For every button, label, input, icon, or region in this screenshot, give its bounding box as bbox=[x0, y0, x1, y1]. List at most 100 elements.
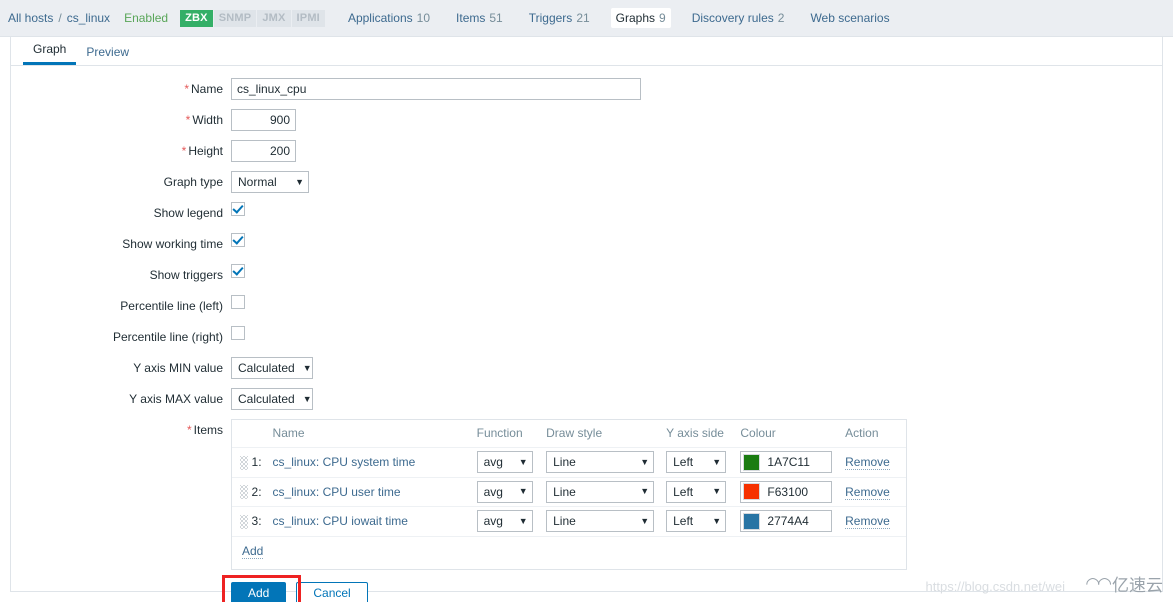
required-marker-height: * bbox=[181, 144, 187, 158]
show-working-time-checkbox[interactable] bbox=[231, 233, 245, 247]
chevron-down-icon: ▼ bbox=[640, 486, 650, 497]
yisuyun-watermark-text: 亿速云 bbox=[1112, 576, 1163, 595]
row-2-colour-cell: F63100 bbox=[734, 476, 840, 507]
items-table-body: 1: cs_linux: CPU system time avg ▼ Line … bbox=[232, 447, 906, 569]
add-button[interactable]: Add bbox=[231, 581, 287, 602]
row-3-y-axis-side-value: Left bbox=[673, 514, 694, 529]
y-axis-min-select[interactable]: Calculated ▼ bbox=[231, 357, 313, 379]
add-item-link[interactable]: Add bbox=[242, 544, 264, 559]
row-1-function-select[interactable]: avg ▼ bbox=[476, 451, 533, 474]
row-2-y-axis-side-value: Left bbox=[673, 484, 694, 499]
graph-form: *Name *Width *Height Gr bbox=[11, 66, 1162, 602]
label-width-text: Width bbox=[192, 113, 223, 127]
field-row-y-axis-max: Y axis MAX value Calculated ▼ bbox=[11, 388, 1162, 410]
row-2-remove-link[interactable]: Remove bbox=[845, 484, 890, 500]
field-row-percentile-left: Percentile line (left) bbox=[11, 295, 1162, 317]
control-y-axis-min: Calculated ▼ bbox=[231, 357, 313, 379]
row-1-y-axis-side-cell: Left ▼ bbox=[660, 447, 735, 477]
host-nav-tabs: Applications 10 Items 51 Triggers 21 Graphs… bbox=[343, 8, 911, 28]
percentile-right-checkbox[interactable] bbox=[231, 326, 245, 340]
label-percentile-left: Percentile line (left) bbox=[120, 299, 223, 313]
drag-handle-icon[interactable] bbox=[240, 514, 248, 529]
row-3-draw-style-select[interactable]: Line ▼ bbox=[546, 510, 655, 533]
row-1-item-link[interactable]: cs_linux: CPU system time bbox=[273, 455, 416, 469]
nav-discovery-rules-label: Discovery rules bbox=[691, 11, 774, 25]
field-row-y-axis-min: Y axis MIN value Calculated ▼ bbox=[11, 357, 1162, 379]
row-1-draw-style-select[interactable]: Line ▼ bbox=[546, 451, 655, 474]
nav-triggers-count: 21 bbox=[576, 11, 590, 25]
field-row-height: * Height bbox=[11, 140, 1162, 162]
drag-handle-icon[interactable] bbox=[240, 485, 248, 500]
row-3-colour-swatch bbox=[743, 512, 761, 530]
row-1-colour-cell: 1A7C11 bbox=[734, 447, 840, 477]
row-1-y-axis-side-select[interactable]: Left ▼ bbox=[666, 451, 727, 474]
height-input[interactable] bbox=[231, 140, 296, 162]
row-1-colour-picker[interactable]: 1A7C11 bbox=[740, 451, 833, 473]
chevron-down-icon: ▼ bbox=[712, 515, 722, 526]
row-3-item-link[interactable]: cs_linux: CPU iowait time bbox=[273, 514, 408, 528]
label-name-text: Name bbox=[190, 82, 223, 96]
breadcrumb-all-hosts[interactable]: All hosts bbox=[8, 11, 53, 25]
col-header-y-axis-side: Y axis side bbox=[666, 426, 724, 440]
breadcrumb-host-cs-linux[interactable]: cs_linux bbox=[67, 11, 110, 25]
items-header-row: Name Function Draw style Y axis side Col… bbox=[232, 420, 906, 448]
row-1-remove-link[interactable]: Remove bbox=[845, 455, 890, 471]
row-3-remove-link[interactable]: Remove bbox=[845, 514, 890, 530]
name-input[interactable] bbox=[231, 78, 641, 100]
row-3-function-cell: avg ▼ bbox=[470, 506, 541, 536]
label-height: * Height bbox=[11, 140, 231, 162]
host-status-badge[interactable]: Enabled bbox=[124, 11, 168, 25]
row-3-y-axis-side-select[interactable]: Left ▼ bbox=[666, 510, 727, 533]
nav-discovery-rules[interactable]: Discovery rules 2 bbox=[687, 8, 790, 28]
nav-triggers[interactable]: Triggers 21 bbox=[524, 8, 595, 28]
row-2-function-value: avg bbox=[483, 484, 503, 499]
width-input[interactable] bbox=[231, 109, 296, 131]
table-row: 3: cs_linux: CPU iowait time avg ▼ Line … bbox=[232, 506, 906, 536]
badge-zbx[interactable]: ZBX bbox=[180, 9, 213, 27]
nav-graphs[interactable]: Graphs 9 bbox=[610, 8, 671, 28]
row-3-colour-cell: 2774A4 bbox=[734, 506, 840, 536]
row-3-action-cell: Remove bbox=[839, 506, 906, 536]
cancel-button[interactable]: Cancel bbox=[296, 581, 368, 602]
tab-preview[interactable]: Preview bbox=[76, 41, 139, 65]
row-2-function-select[interactable]: avg ▼ bbox=[476, 480, 533, 503]
nav-web-scenarios[interactable]: Web scenarios bbox=[805, 8, 894, 28]
nav-applications-label: Applications bbox=[347, 11, 413, 25]
nav-applications[interactable]: Applications 10 bbox=[343, 8, 435, 28]
control-name bbox=[231, 78, 641, 100]
col-header-action: Action bbox=[845, 426, 879, 440]
percentile-left-checkbox[interactable] bbox=[231, 295, 245, 309]
y-axis-max-select[interactable]: Calculated ▼ bbox=[231, 388, 313, 410]
row-3-colour-picker[interactable]: 2774A4 bbox=[740, 510, 833, 532]
y-axis-max-value: Calculated bbox=[238, 392, 295, 406]
row-3-function-select[interactable]: avg ▼ bbox=[476, 510, 533, 533]
table-row: 2: cs_linux: CPU user time avg ▼ Line ▼ … bbox=[232, 476, 906, 507]
tab-graph[interactable]: Graph bbox=[23, 38, 77, 65]
nav-graphs-count: 9 bbox=[659, 11, 666, 25]
drag-handle-icon[interactable] bbox=[240, 455, 248, 470]
host-interface-badges: ZBX SNMP JMX IPMI bbox=[180, 9, 325, 27]
control-show-legend bbox=[231, 202, 245, 216]
csdn-watermark-url: https://blog.csdn.net/wei bbox=[925, 579, 1065, 594]
row-1-action-cell: Remove bbox=[839, 447, 906, 477]
field-row-show-legend: Show legend bbox=[11, 202, 1162, 224]
required-marker-name: * bbox=[184, 82, 189, 96]
row-3-name-cell: cs_linux: CPU iowait time bbox=[266, 506, 471, 536]
nav-graphs-label: Graphs bbox=[615, 11, 656, 25]
show-legend-checkbox[interactable] bbox=[231, 202, 245, 216]
row-2-colour-picker[interactable]: F63100 bbox=[740, 480, 833, 503]
graph-type-select[interactable]: Normal ▼ bbox=[231, 171, 309, 193]
row-2-y-axis-side-select[interactable]: Left ▼ bbox=[666, 480, 727, 503]
row-2-item-link[interactable]: cs_linux: CPU user time bbox=[273, 485, 401, 499]
badge-snmp: SNMP bbox=[213, 9, 257, 27]
show-triggers-checkbox[interactable] bbox=[231, 264, 245, 278]
yisuyun-watermark-logo: ◠◠ 亿速云 bbox=[1085, 571, 1163, 596]
footer-spacer bbox=[11, 582, 231, 602]
cloud-icon: ◠◠ bbox=[1085, 573, 1112, 593]
label-show-working-time: Show working time bbox=[122, 237, 223, 251]
nav-items[interactable]: Items 51 bbox=[451, 8, 508, 28]
row-2-draw-style-select[interactable]: Line ▼ bbox=[546, 480, 655, 503]
field-row-name: * Name bbox=[11, 78, 1162, 100]
chevron-down-icon: ▼ bbox=[302, 393, 312, 404]
chevron-down-icon: ▼ bbox=[640, 456, 650, 467]
